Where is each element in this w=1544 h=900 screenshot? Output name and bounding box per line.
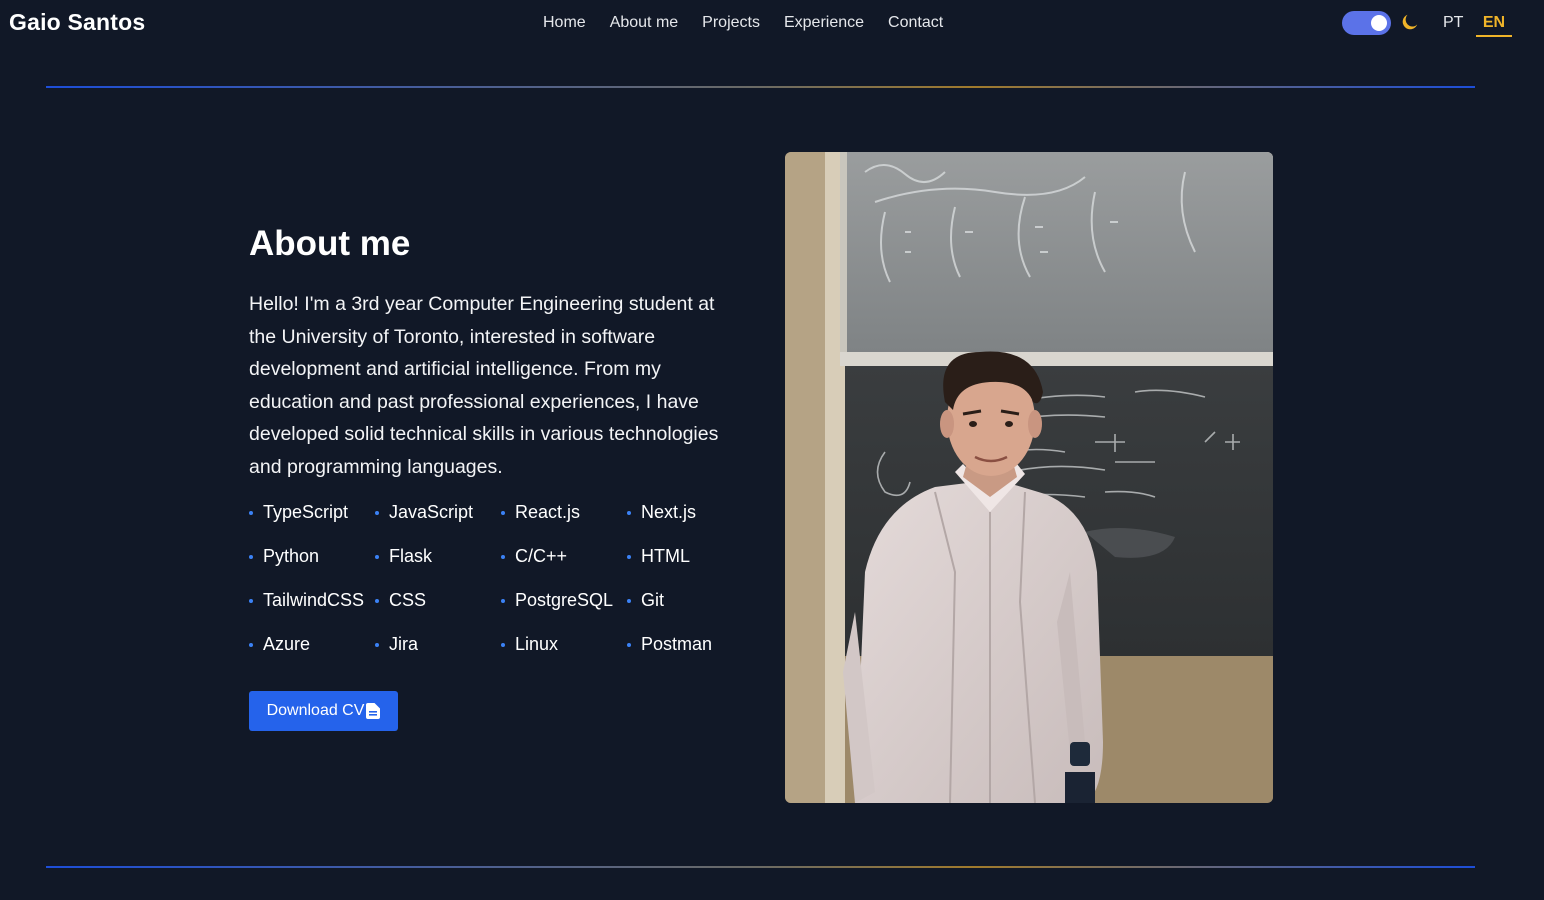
section-divider-bottom — [46, 866, 1475, 868]
theme-toggle[interactable] — [1342, 11, 1391, 35]
skill-label: Python — [263, 546, 320, 566]
bullet-icon — [249, 599, 253, 603]
skill-item: CSS — [375, 588, 501, 632]
skills-list: TypeScript JavaScript React.js Next.js P… — [249, 500, 769, 676]
skill-label: JavaScript — [389, 502, 474, 522]
skill-item: C/C++ — [501, 544, 627, 588]
section-divider-top — [46, 86, 1475, 88]
skill-item: JavaScript — [375, 500, 501, 544]
skill-item: Linux — [501, 632, 627, 676]
skill-label: TypeScript — [263, 502, 349, 522]
about-title: About me — [249, 224, 411, 263]
skill-item: Flask — [375, 544, 501, 588]
nav-about[interactable]: About me — [598, 12, 690, 34]
nav-projects[interactable]: Projects — [690, 12, 772, 34]
skill-item: Python — [249, 544, 375, 588]
skill-item: Jira — [375, 632, 501, 676]
about-description: Hello! I'm a 3rd year Computer Engineeri… — [249, 293, 719, 478]
bullet-icon — [249, 511, 253, 515]
skill-label: Flask — [389, 546, 433, 566]
skill-label: Azure — [263, 634, 311, 654]
skill-item: HTML — [627, 544, 753, 588]
language-pt[interactable]: PT — [1443, 12, 1463, 34]
skill-label: C/C++ — [515, 546, 568, 566]
skill-label: TailwindCSS — [263, 590, 365, 610]
skill-label: Linux — [515, 634, 559, 654]
skill-item: TypeScript — [249, 500, 375, 544]
profile-photo-illustration — [785, 152, 1273, 803]
toggle-knob — [1371, 15, 1387, 31]
language-en[interactable]: EN — [1476, 12, 1512, 37]
download-cv-button[interactable]: Download CV — [249, 691, 398, 731]
document-icon — [366, 703, 381, 719]
bullet-icon — [501, 555, 505, 559]
bullet-icon — [501, 643, 505, 647]
skill-item: TailwindCSS — [249, 588, 375, 632]
bullet-icon — [501, 511, 505, 515]
moon-icon — [1402, 14, 1418, 30]
skill-item: Next.js — [627, 500, 753, 544]
main-nav: Home About me Projects Experience Contac… — [531, 12, 955, 34]
skill-item: Postman — [627, 632, 753, 676]
bullet-icon — [249, 643, 253, 647]
skill-label: React.js — [515, 502, 581, 522]
bullet-icon — [375, 643, 379, 647]
skill-item: PostgreSQL — [501, 588, 627, 632]
site-header: Gaio Santos Home About me Projects Exper… — [0, 0, 1544, 46]
site-logo[interactable]: Gaio Santos — [9, 9, 145, 36]
skill-label: Git — [641, 590, 665, 610]
profile-photo — [785, 152, 1273, 803]
skill-label: Postman — [641, 634, 713, 654]
skill-label: CSS — [389, 590, 427, 610]
download-cv-label: Download CV — [266, 702, 365, 719]
skill-label: PostgreSQL — [515, 590, 614, 610]
bullet-icon — [375, 555, 379, 559]
bullet-icon — [627, 599, 631, 603]
skill-item: Git — [627, 588, 753, 632]
nav-home[interactable]: Home — [531, 12, 598, 34]
skill-label: Jira — [389, 634, 419, 654]
skill-label: Next.js — [641, 502, 697, 522]
bullet-icon — [375, 511, 379, 515]
bullet-icon — [249, 555, 253, 559]
bullet-icon — [375, 599, 379, 603]
bullet-icon — [627, 643, 631, 647]
nav-contact[interactable]: Contact — [876, 12, 955, 34]
skill-item: React.js — [501, 500, 627, 544]
skill-label: HTML — [641, 546, 690, 566]
bullet-icon — [501, 599, 505, 603]
nav-experience[interactable]: Experience — [772, 12, 876, 34]
skill-item: Azure — [249, 632, 375, 676]
bullet-icon — [627, 555, 631, 559]
bullet-icon — [627, 511, 631, 515]
